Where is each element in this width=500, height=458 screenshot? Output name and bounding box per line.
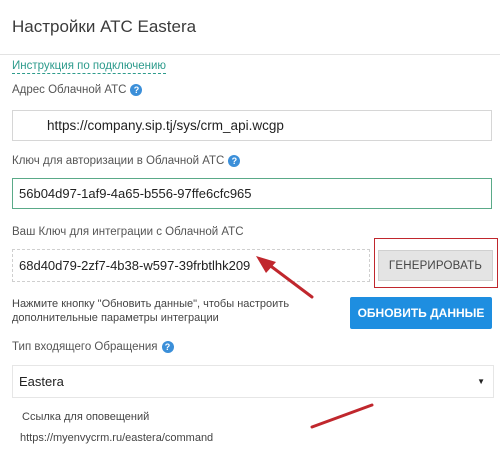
arrow-annotation-tail — [310, 403, 374, 429]
arrow-annotation — [256, 256, 314, 299]
annotation-overlay — [256, 256, 374, 429]
